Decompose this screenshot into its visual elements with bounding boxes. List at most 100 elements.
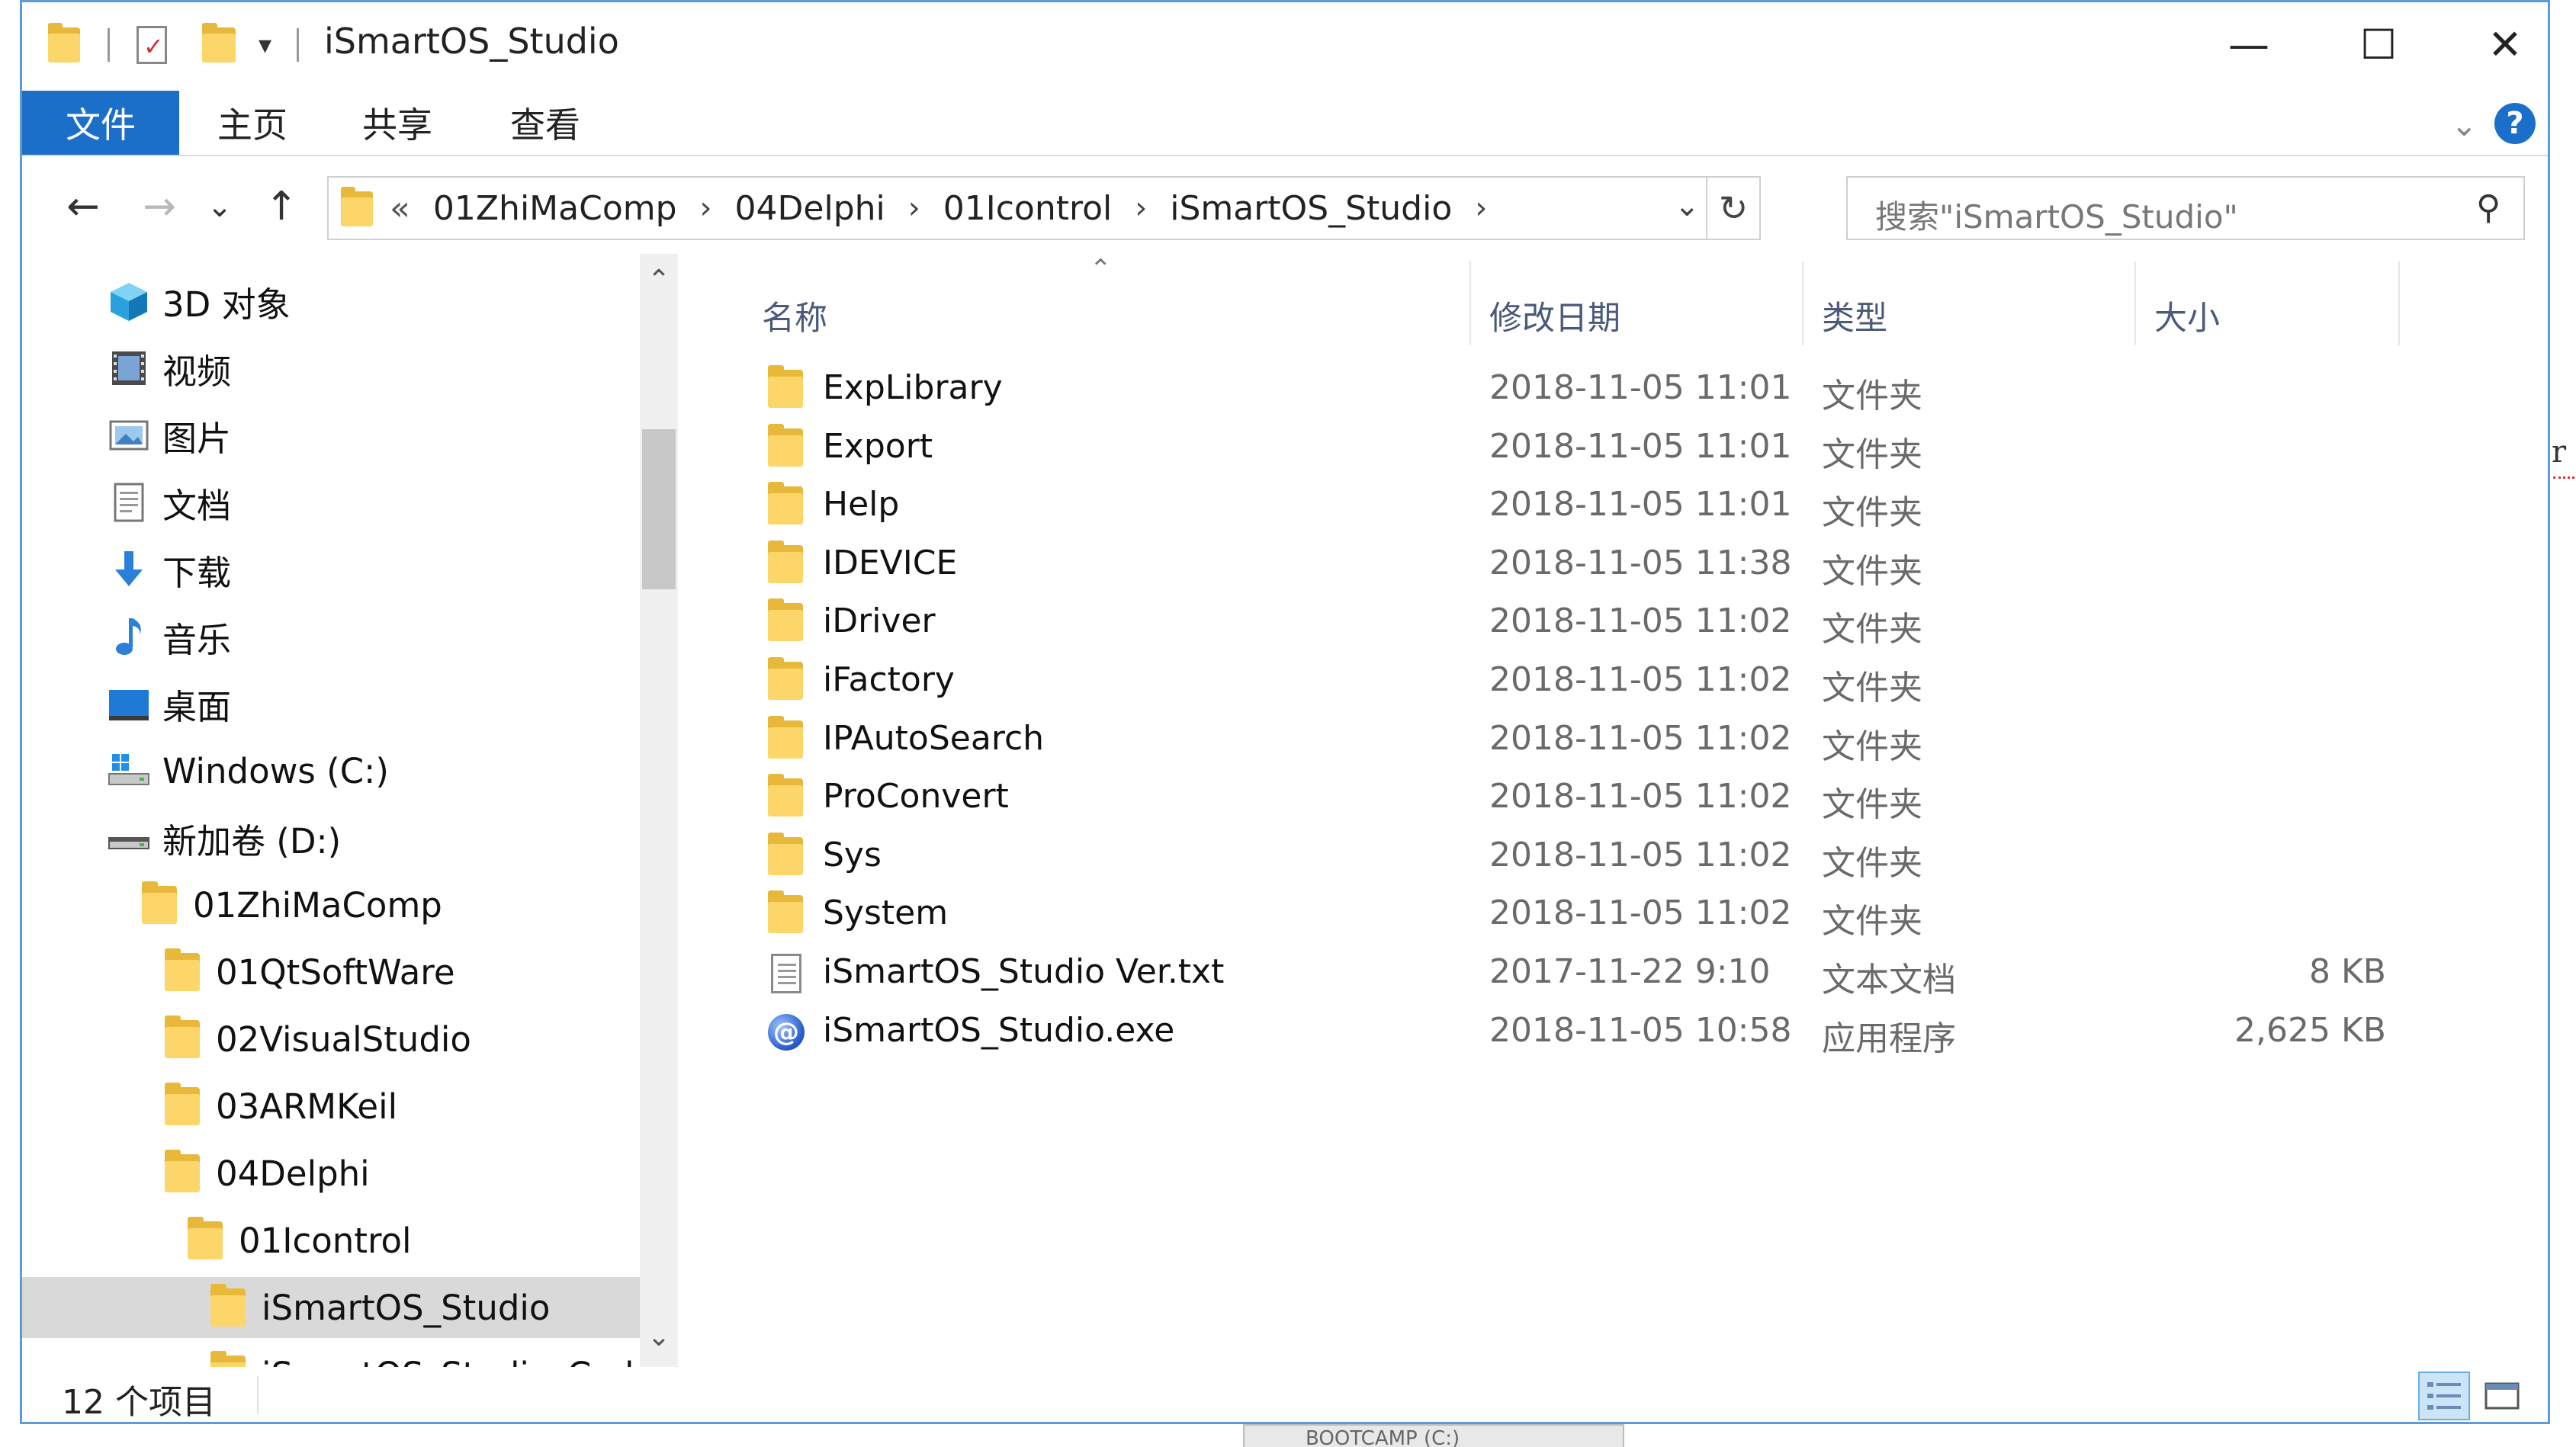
tree-item-label: iSmartOS_Studio_Code: [262, 1355, 655, 1368]
scroll-up-icon[interactable]: ⌃: [640, 265, 678, 296]
tree-item[interactable]: 01QtSoftWare: [22, 942, 644, 1003]
navigation-pane: 3D 对象 视频 图片 文档 下载 音乐 桌面 Windows (C:) 新加卷 (D:) 01Z…: [22, 254, 659, 1367]
folder-icon: [768, 540, 803, 583]
desktop-icon: [106, 681, 152, 727]
column-divider[interactable]: [1802, 261, 1804, 345]
tree-item[interactable]: 01ZhiMaComp: [22, 874, 644, 935]
file-type: 应用程序: [1822, 1019, 1956, 1058]
tab-home[interactable]: 主页: [217, 91, 287, 155]
tab-share[interactable]: 共享: [362, 91, 432, 155]
tree-item[interactable]: 04Delphi: [22, 1143, 644, 1204]
tree-item[interactable]: 02VisualStudio: [22, 1009, 644, 1070]
folder-icon: [210, 1351, 246, 1367]
file-row[interactable]: ProConvert 2018-11-05 11:02 文件夹: [701, 769, 2378, 827]
tree-item[interactable]: Windows (C:): [22, 740, 644, 801]
details-view-button[interactable]: [2418, 1372, 2470, 1420]
tree-item-label: 新加卷 (D:): [162, 820, 342, 861]
tree-item[interactable]: 音乐: [22, 606, 644, 667]
breadcrumb-item[interactable]: 04Delphi: [735, 189, 885, 228]
column-header-size[interactable]: 大小: [2154, 281, 2220, 350]
up-arrow-icon: ↑: [265, 184, 298, 229]
breadcrumb-item[interactable]: iSmartOS_Studio: [1170, 189, 1452, 228]
search-box[interactable]: 搜索"iSmartOS_Studio" ⚲: [1846, 176, 2525, 240]
address-history-button[interactable]: ⌄: [1674, 188, 1700, 223]
expand-ribbon-button[interactable]: ⌄: [2451, 106, 2478, 143]
file-date: 2018-11-05 11:02: [1489, 718, 1792, 758]
column-header-type[interactable]: 类型: [1822, 281, 1887, 350]
chevron-down-icon: ⌄: [2450, 106, 2478, 143]
breadcrumb-overflow[interactable]: «: [390, 189, 410, 228]
folder-icon: [165, 1015, 200, 1058]
file-row[interactable]: ExpLibrary 2018-11-05 11:01 文件夹: [701, 361, 2378, 419]
up-button[interactable]: ↑: [251, 176, 312, 237]
tree-item[interactable]: 01Icontrol: [22, 1210, 644, 1271]
tab-file[interactable]: 文件: [22, 91, 179, 155]
tree-item[interactable]: 3D 对象: [22, 271, 644, 332]
tab-view[interactable]: 查看: [510, 91, 580, 155]
chevron-right-icon[interactable]: ›: [1135, 191, 1147, 226]
chevron-right-icon[interactable]: ›: [1475, 191, 1487, 226]
file-row[interactable]: Help 2018-11-05 11:01 文件夹: [701, 477, 2378, 535]
file-row[interactable]: Export 2018-11-05 11:01 文件夹: [701, 419, 2378, 477]
breadcrumb-item[interactable]: 01Icontrol: [943, 189, 1112, 228]
background-text-fragment: r: [2552, 435, 2567, 470]
breadcrumb-item[interactable]: 01ZhiMaComp: [433, 189, 677, 228]
tree-item[interactable]: 新加卷 (D:): [22, 807, 644, 868]
customize-toolbar-button[interactable]: ▾: [259, 22, 271, 68]
close-icon: ✕: [2488, 20, 2523, 69]
file-row[interactable]: System 2018-11-05 11:02 文件夹: [701, 886, 2378, 944]
folder-icon: [768, 774, 803, 817]
scroll-down-icon[interactable]: ⌄: [640, 1321, 678, 1352]
breadcrumb: « 01ZhiMaComp › 04Delphi › 01Icontrol › …: [390, 178, 1510, 239]
background-window-edge: r: [2550, 0, 2576, 1447]
folder-icon: [768, 482, 803, 525]
file-list: ⌃ 名称 修改日期 类型 大小 ExpLibrary 2018-11-05 11:…: [701, 254, 2546, 1367]
tree-item[interactable]: iSmartOS_Studio: [22, 1277, 644, 1338]
chevron-right-icon[interactable]: ›: [700, 191, 712, 226]
column-divider[interactable]: [2134, 261, 2136, 345]
new-folder-button[interactable]: [202, 22, 236, 68]
folder-icon: [205, 1284, 251, 1330]
new-folder-icon: [202, 23, 236, 63]
file-row[interactable]: iDriver 2018-11-05 11:02 文件夹: [701, 594, 2378, 652]
file-row[interactable]: iSmartOS_Studio Ver.txt 2017-11-22 9:10 文本…: [701, 945, 2386, 1003]
minimize-button[interactable]: —: [2211, 18, 2287, 71]
search-input[interactable]: 搜索"iSmartOS_Studio": [1875, 191, 2238, 238]
help-button[interactable]: ?: [2494, 103, 2536, 144]
folder-icon: [768, 657, 808, 701]
tree-item-label: 01Icontrol: [239, 1220, 412, 1261]
tree-item[interactable]: 03ARMKeil: [22, 1076, 644, 1137]
recent-locations-button[interactable]: ⌄: [201, 176, 239, 237]
maximize-button[interactable]: ☐: [2340, 18, 2417, 71]
close-button[interactable]: ✕: [2467, 18, 2543, 71]
back-button[interactable]: ←: [53, 176, 114, 237]
file-row[interactable]: Sys 2018-11-05 11:02 文件夹: [701, 828, 2378, 886]
tree-item[interactable]: 下载: [22, 539, 644, 600]
navigation-pane-scrollbar[interactable]: ⌃ ⌄: [640, 254, 678, 1367]
forward-button[interactable]: →: [129, 176, 190, 237]
file-type: 文件夹: [1822, 551, 1922, 591]
folder-icon: [768, 832, 803, 875]
scrollbar-thumb[interactable]: [642, 429, 676, 589]
tree-item[interactable]: 文档: [22, 472, 644, 533]
column-divider[interactable]: [1469, 261, 1471, 345]
tree-item[interactable]: 桌面: [22, 673, 644, 734]
chevron-right-icon[interactable]: ›: [908, 191, 920, 226]
column-divider[interactable]: [2398, 261, 2400, 345]
item-count: 12 个项目: [62, 1383, 216, 1422]
properties-button[interactable]: ✓: [137, 22, 167, 68]
tree-item[interactable]: 图片: [22, 405, 644, 466]
column-header-name[interactable]: 名称: [762, 281, 827, 350]
file-row[interactable]: @ iSmartOS_Studio.exe 2018-11-05 10:58 应用程序…: [701, 1003, 2386, 1061]
file-row[interactable]: IDEVICE 2018-11-05 11:38 文件夹: [701, 536, 2378, 594]
refresh-button[interactable]: ↻: [1706, 178, 1759, 239]
tree-item[interactable]: 视频: [22, 338, 644, 399]
tree-item[interactable]: iSmartOS_Studio_Code: [22, 1344, 655, 1367]
column-header-date[interactable]: 修改日期: [1489, 281, 1620, 350]
large-icons-view-button[interactable]: [2476, 1372, 2528, 1420]
address-bar[interactable]: « 01ZhiMaComp › 04Delphi › 01Icontrol › …: [327, 176, 1761, 240]
tree-item-label: 04Delphi: [216, 1153, 370, 1194]
file-row[interactable]: IPAutoSearch 2018-11-05 11:02 文件夹: [701, 711, 2378, 769]
file-row[interactable]: iFactory 2018-11-05 11:02 文件夹: [701, 653, 2378, 711]
sort-ascending-icon: ⌃: [1090, 254, 1112, 284]
